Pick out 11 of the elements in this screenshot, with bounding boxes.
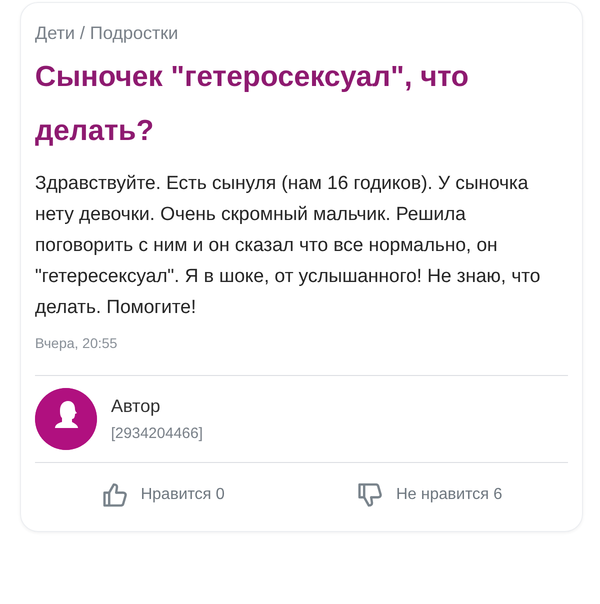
post-time: Вчера, 20:55 — [35, 335, 118, 351]
author-id: [2934204466] — [111, 425, 203, 442]
dislike-button[interactable]: Не нравится 6 — [352, 477, 506, 513]
breadcrumb[interactable]: Дети / Подростки — [35, 23, 568, 44]
thumbs-down-icon — [356, 481, 384, 509]
author-name[interactable]: Автор — [111, 396, 203, 417]
avatar-icon[interactable] — [35, 388, 97, 450]
post-text: Здравствуйте. Есть сынуля (нам 16 годиков). У сыночка нету девочки. Очень скромный мальчик. Решила поговорить с ним и он сказал что все нормально, он "гетересексуал". Я в шоке, от услышанного! Не знаю, что делать. Помогите! — [35, 172, 542, 320]
thumbs-up-icon — [100, 481, 129, 509]
post-title: Сыночек "гетеросексуал", что делать? — [35, 60, 470, 149]
like-button[interactable]: Нравится 0 — [96, 477, 229, 513]
